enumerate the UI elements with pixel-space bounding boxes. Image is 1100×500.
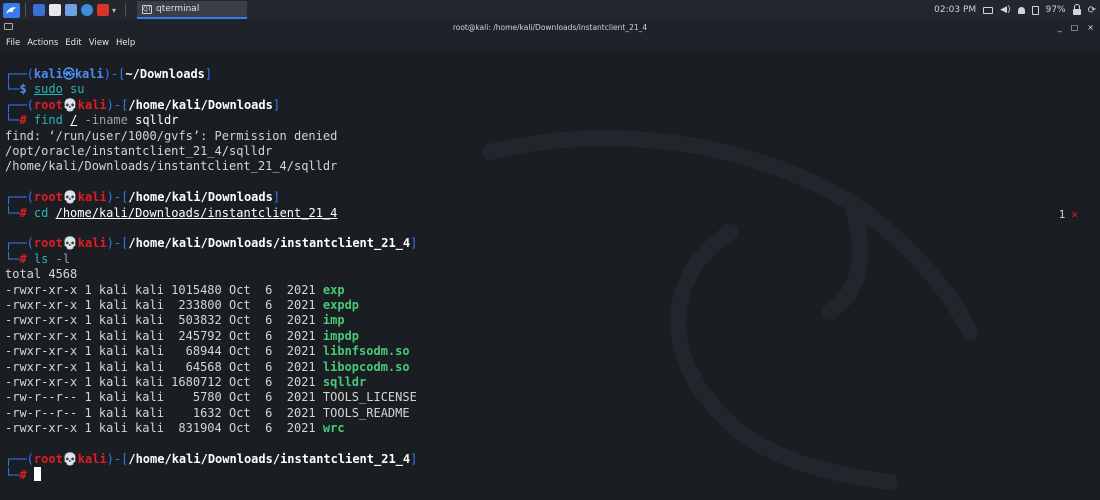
maximize-button[interactable]: □ xyxy=(1071,23,1079,32)
taskbar-button-qterminal[interactable]: QT qterminal xyxy=(137,1,248,19)
lock-icon[interactable] xyxy=(1072,3,1081,15)
menu-view[interactable]: View xyxy=(89,38,109,48)
error-x-icon: ✕ xyxy=(1071,208,1078,221)
menu-actions[interactable]: Actions xyxy=(27,38,58,48)
taskbar-button-label: qterminal xyxy=(156,4,200,14)
menu-edit[interactable]: Edit xyxy=(65,38,81,48)
display-icon[interactable] xyxy=(983,6,994,14)
logout-icon[interactable]: ⟳ xyxy=(1088,5,1096,16)
clock[interactable]: 02:03 PM xyxy=(934,5,976,15)
window-title: root@kali: /home/kali/Downloads/instantc… xyxy=(452,22,648,32)
exit-status: 1 ✕ xyxy=(1059,208,1078,221)
terminal-area[interactable]: ┌──(kali㉿kali)-[~/Downloads] └─$ sudo su… xyxy=(0,52,1100,500)
output-line: /home/kali/Downloads/instantclient_21_4/… xyxy=(5,159,338,174)
top-panel: ▾ QT qterminal 02:03 PM ◀) 97% ⟳ xyxy=(0,0,1100,21)
listing-row: -rwxr-xr-x 1 kali kali 64568 Oct 6 2021 … xyxy=(5,359,410,374)
kali-dragon-watermark xyxy=(482,130,978,490)
listing-row: -rwxr-xr-x 1 kali kali 233800 Oct 6 2021… xyxy=(5,298,360,312)
prompt-line-top: ┌──(root💀kali)-[/home/kali/Downloads] xyxy=(5,97,281,112)
command-line: └─# ls -l xyxy=(5,251,71,266)
output-line: find: ‘/run/user/1000/gvfs’: Permission … xyxy=(5,128,338,143)
battery-percentage: 97% xyxy=(1045,5,1066,15)
panel-tray: 02:03 PM ◀) 97% ⟳ xyxy=(934,0,1096,20)
files-icon[interactable] xyxy=(49,4,61,16)
minimize-button[interactable]: _ xyxy=(1058,23,1062,32)
window-controls: _ □ × xyxy=(1058,20,1094,34)
listing-row: -rwxr-xr-x 1 kali kali 1015480 Oct 6 202… xyxy=(5,282,345,297)
menu-bar: File Actions Edit View Help xyxy=(0,34,1100,52)
qterminal-icon: QT xyxy=(142,4,153,14)
output-line: total 4568 xyxy=(5,267,78,282)
window-icon xyxy=(4,23,13,30)
listing-row: -rw-r--r-- 1 kali kali 5780 Oct 6 2021 T… xyxy=(5,390,417,405)
output-line: /opt/oracle/instantclient_21_4/sqlldr xyxy=(5,144,273,158)
command-line: └─$ sudo su xyxy=(5,82,85,97)
workspace-icon[interactable] xyxy=(33,4,45,16)
panel-separator xyxy=(125,3,127,17)
command-line: └─# cd /home/kali/Downloads/instantclien… xyxy=(5,205,338,220)
command-line[interactable]: └─# xyxy=(5,467,41,482)
speaker-icon[interactable]: ◀) xyxy=(1000,5,1010,15)
kali-menu-icon[interactable] xyxy=(3,2,20,18)
prompt-line-top: ┌──(root💀kali)-[/home/kali/Downloads/ins… xyxy=(5,236,418,251)
prompt-line-top: ┌──(root💀kali)-[/home/kali/Downloads/ins… xyxy=(5,452,418,466)
listing-row: -rwxr-xr-x 1 kali kali 831904 Oct 6 2021… xyxy=(5,421,345,436)
bell-icon[interactable] xyxy=(1017,6,1025,14)
text-editor-icon[interactable] xyxy=(65,4,77,16)
listing-row: -rwxr-xr-x 1 kali kali 245792 Oct 6 2021… xyxy=(5,328,360,343)
listing-row: -rwxr-xr-x 1 kali kali 503832 Oct 6 2021… xyxy=(5,313,345,328)
command-line: └─# find / -iname sqlldr xyxy=(5,113,179,128)
chevron-down-icon[interactable]: ▾ xyxy=(112,6,116,15)
menu-file[interactable]: File xyxy=(6,38,20,48)
close-button[interactable]: × xyxy=(1087,23,1094,32)
battery-icon[interactable] xyxy=(1031,5,1039,15)
terminal-icon[interactable] xyxy=(97,4,109,16)
listing-row: -rw-r--r-- 1 kali kali 1632 Oct 6 2021 T… xyxy=(5,405,410,420)
prompt-line-top: ┌──(root💀kali)-[/home/kali/Downloads] xyxy=(5,190,281,205)
listing-row: -rwxr-xr-x 1 kali kali 1680712 Oct 6 202… xyxy=(5,375,367,389)
menu-help[interactable]: Help xyxy=(116,38,135,48)
text-cursor xyxy=(33,467,41,482)
prompt-line-top: ┌──(kali㉿kali)-[~/Downloads] xyxy=(5,67,213,81)
panel-separator xyxy=(25,3,26,17)
firefox-icon[interactable] xyxy=(81,4,93,16)
listing-row: -rwxr-xr-x 1 kali kali 68944 Oct 6 2021 … xyxy=(5,344,410,359)
window-titlebar[interactable]: root@kali: /home/kali/Downloads/instantc… xyxy=(0,20,1100,34)
exit-status-code: 1 xyxy=(1058,208,1066,221)
